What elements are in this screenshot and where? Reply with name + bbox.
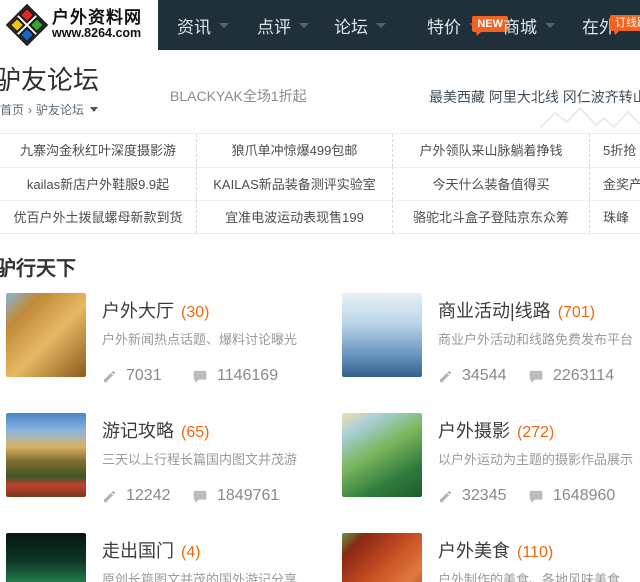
forum-stats: 7031 1146169 [102,367,297,385]
forum-card-outdoor-food: 户外美食 (110) 户外制作的美食、各地风味美食 [342,533,640,582]
forum-title[interactable]: 游记攻略 [102,417,174,443]
forum-thumbnail[interactable] [6,533,86,582]
forum-card-travel-guides: 游记攻略 (65) 三天以上行程长篇国内图文并茂游 12242 1849761 [6,413,336,504]
forum-card-outdoor-hall: 户外大厅 (30) 户外新闻热点话题、爆料讨论曝光 7031 1146169 [6,293,336,384]
quick-link[interactable]: 今天什么装备值得买 [392,167,589,200]
forum-thumbnail[interactable] [342,533,422,582]
forum-description: 原创长篇图文并茂的国外游记分享 [102,572,298,582]
nav-item-reviews[interactable]: 点评 [257,13,309,38]
pencil-icon [439,370,452,382]
forum-description: 户外新闻热点话题、爆料讨论曝光 [102,332,298,347]
breadcrumb-home[interactable]: 首页 [0,101,24,118]
chevron-down-icon [219,22,229,28]
quick-link[interactable]: 珠峰 [589,200,640,233]
post-count: 2263114 [553,367,615,384]
site-logo[interactable]: 户外资料网 www.8264.com [0,0,158,50]
thread-count: 7031 [126,367,162,384]
forum-card-grid: 户外大厅 (30) 户外新闻热点话题、爆料讨论曝光 7031 1146169 商… [0,293,640,582]
forum-count: (701) [557,304,596,321]
section-title: 驴行天下 [0,258,76,280]
forum-title[interactable]: 户外美食 [438,537,510,563]
thread-count: 12242 [126,487,171,504]
forum-thumbnail[interactable] [6,413,86,497]
forum-count: (110) [517,544,554,561]
forum-card-commercial-routes: 商业活动|线路 (701) 商业户外活动和线路免费发布平台 34544 2263… [342,293,640,384]
quick-link[interactable]: 金奖产 [589,167,640,200]
forum-count: (30) [181,304,210,321]
forum-title[interactable]: 户外大厅 [102,297,174,323]
forum-count: (4) [181,544,201,561]
nav-item-news[interactable]: 资讯 [177,13,229,38]
promo-link-blackyak[interactable]: BLACKYAK全场1折起 [170,86,307,106]
forum-count: (272) [517,424,555,441]
forum-thumbnail[interactable] [342,293,422,377]
quick-link[interactable]: 狼爪单冲惊爆499包邮 [196,134,392,167]
breadcrumb-separator: › [28,102,33,117]
breadcrumb-current[interactable]: 驴友论坛 [36,101,84,118]
thread-count: 34544 [462,367,507,384]
forum-card-going-abroad: 走出国门 (4) 原创长篇图文并茂的国外游记分享 [6,533,336,582]
forum-description: 三天以上行程长篇国内图文并茂游 [102,452,298,467]
comment-icon [193,370,207,383]
pencil-icon [439,490,452,502]
pencil-icon [103,370,116,382]
forum-title[interactable]: 商业活动|线路 [438,297,551,323]
logo-title: 户外资料网 [52,7,142,28]
thread-count: 32345 [462,487,507,504]
comment-icon [529,370,543,383]
quick-link[interactable]: 优百户外土拨鼠螺母新款到货 [0,200,196,233]
quick-link[interactable]: 九寨沟金秋红叶深度摄影游 [0,134,196,167]
pencil-icon [103,490,116,502]
logo-diamond-icon [4,2,50,48]
post-count: 1648960 [553,487,616,504]
forum-stats: 32345 1648960 [438,487,633,505]
mountain-zigzag-decoration [540,106,640,129]
top-navbar: 户外资料网 www.8264.com 资讯 点评 论坛 特价 NEW 商城 在外… [0,0,640,50]
chevron-down-icon [299,22,309,28]
forum-stats: 12242 1849761 [102,487,297,505]
chevron-down-icon [545,22,555,28]
forum-card-outdoor-photography: 户外摄影 (272) 以户外运动为主题的摄影作品展示 32345 1648960 [342,413,640,504]
nav-item-deals[interactable]: 特价 NEW [427,13,508,38]
nav-item-mall[interactable]: 商城 [503,13,555,38]
chevron-down-icon[interactable] [90,107,99,112]
quick-link[interactable]: kailas新店户外鞋服9.9起 [0,167,196,200]
page: 户外资料网 www.8264.com 资讯 点评 论坛 特价 NEW 商城 在外… [0,0,640,582]
post-count: 1849761 [217,487,280,504]
forum-count: (65) [181,424,210,441]
route-badge: 订线路 [610,14,640,35]
forum-title[interactable]: 户外摄影 [438,417,510,443]
main-nav: 资讯 点评 论坛 特价 NEW 商城 在外 订线 [158,0,640,50]
quick-link[interactable]: 骆驼北斗盒子登陆京东众筹 [392,200,589,233]
post-count: 1146169 [217,367,279,384]
quick-links-grid: 九寨沟金秋红叶深度摄影游 狼爪单冲惊爆499包邮 户外领队来山脉躺着挣钱 5折抢… [0,133,640,234]
quick-link[interactable]: KAILAS新品装备测评实验室 [196,167,392,200]
forum-thumbnail[interactable] [6,293,86,377]
quick-link[interactable]: 5折抢 《 [589,134,640,167]
chevron-down-icon [376,22,386,28]
quick-link[interactable]: 宜准电波运动表现售199 [196,200,392,233]
logo-url: www.8264.com [52,26,142,41]
forum-description: 商业户外活动和线路免费发布平台 [438,332,634,347]
breadcrumb: 首页 › 驴友论坛 [0,101,99,118]
page-title: 驴友论坛 [0,65,100,95]
forum-thumbnail[interactable] [342,413,422,497]
quick-link[interactable]: 户外领队来山脉躺着挣钱 [392,134,589,167]
comment-icon [193,490,207,503]
comment-icon [529,490,543,503]
forum-description: 以户外运动为主题的摄影作品展示 [438,452,634,467]
forum-description: 户外制作的美食、各地风味美食 [438,572,621,582]
forum-title[interactable]: 走出国门 [102,537,174,563]
nav-item-forum[interactable]: 论坛 [334,13,386,38]
forum-stats: 34544 2263114 [438,367,633,385]
